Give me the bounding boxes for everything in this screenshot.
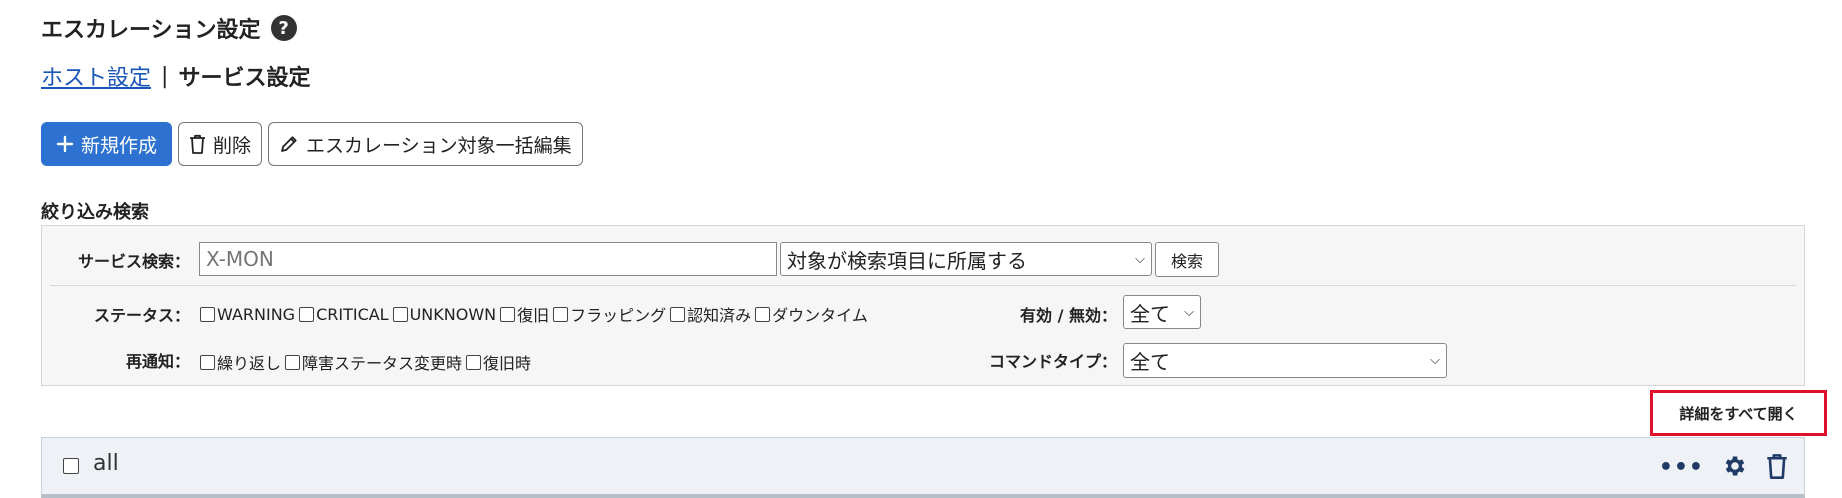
scope-select-value: 対象が検索項目に所属する — [787, 248, 1027, 273]
delete-button-label: 削除 — [213, 134, 252, 157]
scope-select[interactable]: 対象が検索項目に所属する ⌵ — [780, 242, 1152, 276]
status-checkbox-group: WARNING CRITICAL UNKNOWN 復旧 フラッピング 認知済み … — [200, 302, 872, 326]
row-actions: ••• — [1659, 453, 1788, 483]
chevron-down-icon: ⌵ — [1135, 251, 1145, 267]
renotify-label: 再通知： — [125, 352, 190, 371]
group-row: all ••• — [41, 437, 1805, 498]
service-search-label: サービス検索： — [77, 252, 190, 271]
new-button-label: 新規作成 — [81, 134, 158, 157]
gear-icon[interactable] — [1722, 453, 1748, 483]
status-checkbox-downtime[interactable]: ダウンタイム — [755, 302, 868, 326]
renotify-checkbox-recovery[interactable]: 復旧時 — [466, 350, 531, 374]
expand-all-button[interactable]: 詳細をすべて開く — [1650, 390, 1827, 436]
checkbox-box[interactable] — [553, 306, 569, 322]
search-button[interactable]: 検索 — [1155, 242, 1219, 277]
renotify-checkbox-group: 繰り返し 障害ステータス変更時 復旧時 — [200, 350, 535, 374]
status-checkbox-critical[interactable]: CRITICAL — [299, 305, 389, 324]
enabled-select-value: 全て — [1130, 301, 1170, 326]
checkbox-box[interactable] — [466, 354, 482, 370]
status-checkbox-acknowledged[interactable]: 認知済み — [670, 302, 751, 326]
command-type-label: コマンドタイプ： — [988, 352, 1117, 371]
delete-button[interactable]: 削除 — [178, 122, 263, 166]
renotify-checkbox-repeat[interactable]: 繰り返し — [200, 350, 281, 374]
plus-icon — [56, 135, 74, 153]
bulk-edit-button-label: エスカレーション対象一括編集 — [306, 134, 572, 157]
host-settings-link[interactable]: ホスト設定 — [41, 60, 151, 92]
status-checkbox-flapping[interactable]: フラッピング — [553, 302, 666, 326]
more-icon[interactable]: ••• — [1659, 457, 1704, 479]
enabled-select[interactable]: 全て ⌵ — [1123, 295, 1201, 329]
status-checkbox-warning[interactable]: WARNING — [200, 305, 295, 324]
service-search-input[interactable] — [199, 242, 777, 276]
checkbox-box[interactable] — [392, 306, 408, 322]
filter-title: 絞り込み検索 — [41, 202, 149, 223]
trash-icon[interactable] — [1766, 453, 1788, 483]
help-icon[interactable]: ? — [270, 15, 297, 41]
toolbar: 新規作成 削除 エスカレーション対象一括編集 — [41, 122, 583, 166]
group-checkbox[interactable] — [63, 458, 79, 474]
checkbox-box[interactable] — [500, 306, 516, 322]
status-checkbox-unknown[interactable]: UNKNOWN — [392, 305, 496, 324]
checkbox-box[interactable] — [285, 354, 301, 370]
checkbox-box[interactable] — [670, 306, 686, 322]
checkbox-box[interactable] — [200, 354, 215, 370]
subnav: ホスト設定 | サービス設定 — [41, 60, 310, 92]
enabled-label: 有効 / 無効： — [1020, 306, 1117, 325]
chevron-down-icon: ⌵ — [1430, 353, 1440, 368]
page-title-text: エスカレーション設定 — [41, 18, 261, 43]
checkbox-box[interactable] — [755, 306, 771, 322]
filter-panel: サービス検索： 対象が検索項目に所属する ⌵ 検索 ステータス： WARNING… — [41, 225, 1805, 386]
command-type-select[interactable]: 全て ⌵ — [1123, 343, 1447, 378]
chevron-down-icon: ⌵ — [1184, 304, 1194, 320]
bulk-edit-button[interactable]: エスカレーション対象一括編集 — [268, 122, 583, 166]
filter-divider — [50, 285, 1796, 286]
group-name: all — [93, 451, 119, 476]
status-label: ステータス： — [93, 306, 190, 325]
subnav-separator: | — [161, 63, 169, 89]
renotify-checkbox-status-change[interactable]: 障害ステータス変更時 — [285, 350, 462, 374]
checkbox-box[interactable] — [200, 306, 215, 322]
status-checkbox-recovery[interactable]: 復旧 — [500, 302, 549, 326]
checkbox-box[interactable] — [299, 306, 315, 322]
pencil-icon — [279, 134, 299, 154]
new-button[interactable]: 新規作成 — [41, 122, 173, 166]
trash-icon — [189, 134, 206, 154]
service-settings-current: サービス設定 — [178, 66, 311, 91]
command-type-select-value: 全て — [1130, 350, 1170, 374]
page-title: エスカレーション設定 ? — [41, 12, 297, 44]
